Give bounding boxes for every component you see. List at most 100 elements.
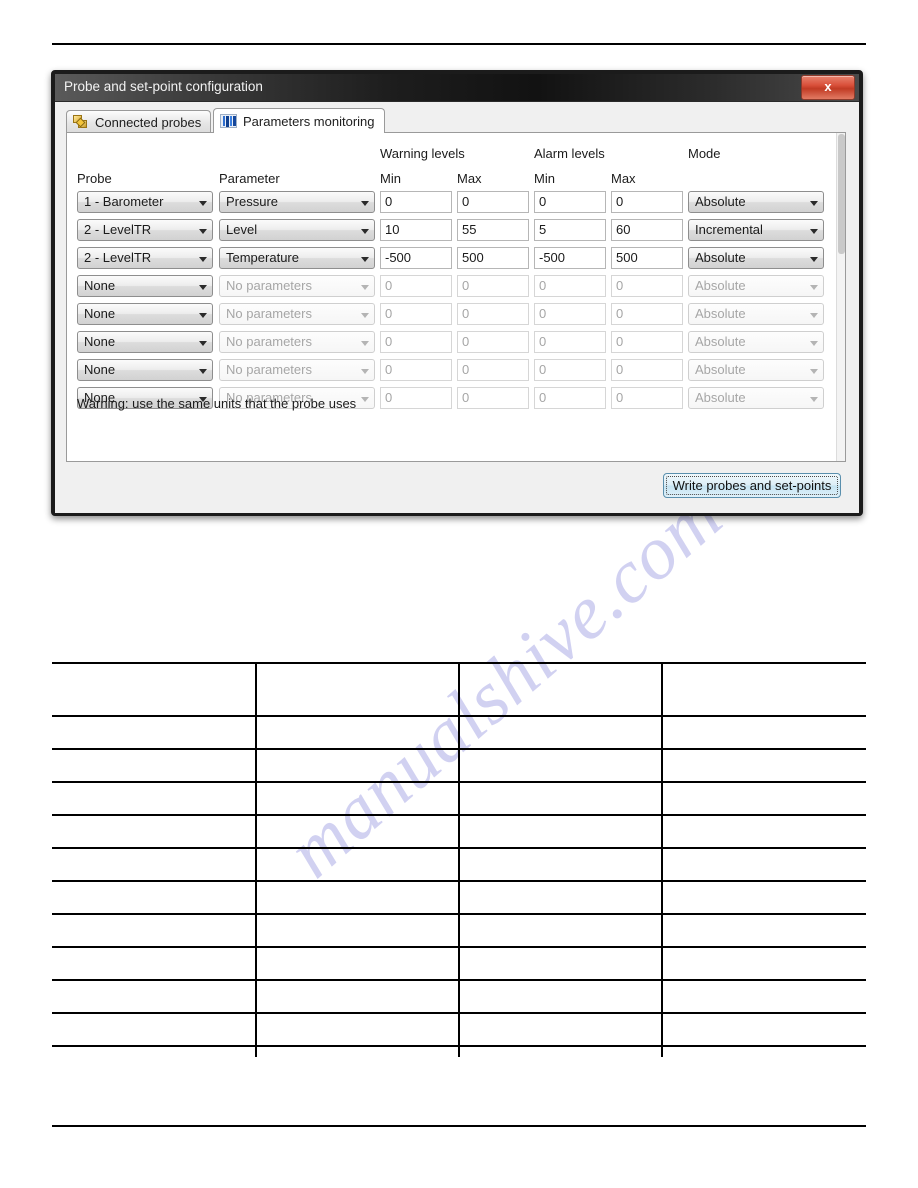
warning-min-input-1[interactable]: 10 xyxy=(380,219,452,241)
chevron-down-icon xyxy=(361,397,369,402)
mode-select-5-value: Absolute xyxy=(695,334,746,349)
parameter-row: None No parameters 0 0 0 0 Absolute xyxy=(67,331,845,355)
parameter-select-3-value: No parameters xyxy=(226,278,312,293)
probe-select-3-value: None xyxy=(84,278,116,293)
chevron-down-icon xyxy=(199,229,207,234)
alarm-max-input-2[interactable]: 500 xyxy=(611,247,683,269)
tab-parameters-monitoring-label: Parameters monitoring xyxy=(243,113,375,129)
tab-parameters-monitoring[interactable]: Parameters monitoring xyxy=(213,108,385,133)
alarm-max-input-1[interactable]: 60 xyxy=(611,219,683,241)
probe-select-3[interactable]: None xyxy=(77,275,213,297)
chevron-down-icon xyxy=(810,257,818,262)
chevron-down-icon xyxy=(361,257,369,262)
probe-select-2-value: 2 - LevelTR xyxy=(84,250,152,265)
parameter-row: None No parameters 0 0 0 0 Absolute xyxy=(67,359,845,383)
alarm-max-input-4: 0 xyxy=(611,303,683,325)
warning-max-input-1[interactable]: 55 xyxy=(457,219,529,241)
alarm-min-input-2[interactable]: -500 xyxy=(534,247,606,269)
mode-select-7: Absolute xyxy=(688,387,824,409)
parameter-select-5-value: No parameters xyxy=(226,334,312,349)
chevron-down-icon xyxy=(199,341,207,346)
chevron-down-icon xyxy=(810,313,818,318)
chevron-down-icon xyxy=(361,285,369,290)
warning-min-input-3: 0 xyxy=(380,275,452,297)
panel-scrollbar[interactable] xyxy=(836,133,845,461)
chevron-down-icon xyxy=(199,257,207,262)
chevron-down-icon xyxy=(361,341,369,346)
mode-select-0[interactable]: Absolute xyxy=(688,191,824,213)
bars-icon xyxy=(220,114,237,128)
probe-configuration-dialog: Probe and set-point configuration x Conn… xyxy=(51,70,863,516)
probe-select-0[interactable]: 1 - Barometer xyxy=(77,191,213,213)
chevron-down-icon xyxy=(199,369,207,374)
write-probes-and-set-points-button[interactable]: Write probes and set-points xyxy=(663,473,841,498)
dialog-body: Connected probes Parameters monitoring W… xyxy=(55,102,859,513)
alarm-min-input-4: 0 xyxy=(534,303,606,325)
parameter-row: 2 - LevelTR Temperature -500 500 -500 500 Abso… xyxy=(67,247,845,271)
parameters-monitoring-panel: Warning levels Alarm levels Mode Probe P… xyxy=(66,132,846,462)
close-button[interactable]: x xyxy=(801,75,855,100)
warning-min-input-2[interactable]: -500 xyxy=(380,247,452,269)
warning-max-input-2[interactable]: 500 xyxy=(457,247,529,269)
warning-min-input-0[interactable]: 0 xyxy=(380,191,452,213)
page-rule-top xyxy=(52,43,866,45)
probe-select-1-value: 2 - LevelTR xyxy=(84,222,152,237)
alarm-min-input-0[interactable]: 0 xyxy=(534,191,606,213)
chevron-down-icon xyxy=(810,285,818,290)
mode-select-6-value: Absolute xyxy=(695,362,746,377)
alarm-max-input-6: 0 xyxy=(611,359,683,381)
write-button-label: Write probes and set-points xyxy=(672,478,832,493)
table-column-rule xyxy=(458,662,460,1057)
alarm-min-input-3: 0 xyxy=(534,275,606,297)
probe-select-1[interactable]: 2 - LevelTR xyxy=(77,219,213,241)
parameter-select-6-value: No parameters xyxy=(226,362,312,377)
panel-scrollbar-thumb[interactable] xyxy=(838,134,845,254)
alarm-min-input-6: 0 xyxy=(534,359,606,381)
alarm-max-input-0[interactable]: 0 xyxy=(611,191,683,213)
parameter-select-4: No parameters xyxy=(219,303,375,325)
dialog-footer: Write probes and set-points xyxy=(55,464,859,513)
document-table xyxy=(52,662,866,1057)
chevron-down-icon xyxy=(199,201,207,206)
dialog-titlebar: Probe and set-point configuration x xyxy=(55,74,859,102)
chevron-down-icon xyxy=(810,229,818,234)
mode-select-3: Absolute xyxy=(688,275,824,297)
tab-connected-probes-label: Connected probes xyxy=(95,114,202,130)
probe-select-4[interactable]: None xyxy=(77,303,213,325)
parameter-row: None No parameters 0 0 0 0 Absolute xyxy=(67,303,845,327)
parameter-select-2[interactable]: Temperature xyxy=(219,247,375,269)
tabstrip: Connected probes Parameters monitoring xyxy=(66,108,846,133)
probe-select-6[interactable]: None xyxy=(77,359,213,381)
parameter-select-5: No parameters xyxy=(219,331,375,353)
warning-max-input-7: 0 xyxy=(457,387,529,409)
warning-min-input-6: 0 xyxy=(380,359,452,381)
chevron-down-icon xyxy=(361,369,369,374)
parameter-select-0[interactable]: Pressure xyxy=(219,191,375,213)
parameter-select-4-value: No parameters xyxy=(226,306,312,321)
tab-connected-probes[interactable]: Connected probes xyxy=(66,110,212,133)
parameter-select-2-value: Temperature xyxy=(226,250,299,265)
warning-max-input-0[interactable]: 0 xyxy=(457,191,529,213)
probe-select-5[interactable]: None xyxy=(77,331,213,353)
mode-select-2[interactable]: Absolute xyxy=(688,247,824,269)
mode-select-4-value: Absolute xyxy=(695,306,746,321)
alarm-min-input-5: 0 xyxy=(534,331,606,353)
alarm-min-input-1[interactable]: 5 xyxy=(534,219,606,241)
parameter-select-6: No parameters xyxy=(219,359,375,381)
warning-note: Warning: use the same units that the pro… xyxy=(77,396,357,411)
probe-select-2[interactable]: 2 - LevelTR xyxy=(77,247,213,269)
mode-select-1[interactable]: Incremental xyxy=(688,219,824,241)
warning-min-input-4: 0 xyxy=(380,303,452,325)
chevron-down-icon xyxy=(810,369,818,374)
parameter-select-3: No parameters xyxy=(219,275,375,297)
parameter-row: 2 - LevelTR Level 10 55 5 60 Incremental xyxy=(67,219,845,243)
chevron-down-icon xyxy=(361,313,369,318)
mode-select-6: Absolute xyxy=(688,359,824,381)
alarm-max-input-7: 0 xyxy=(611,387,683,409)
chevron-down-icon xyxy=(361,229,369,234)
mode-select-3-value: Absolute xyxy=(695,278,746,293)
warning-max-input-4: 0 xyxy=(457,303,529,325)
link-icon xyxy=(73,114,89,130)
parameter-select-1[interactable]: Level xyxy=(219,219,375,241)
alarm-min-input-7: 0 xyxy=(534,387,606,409)
